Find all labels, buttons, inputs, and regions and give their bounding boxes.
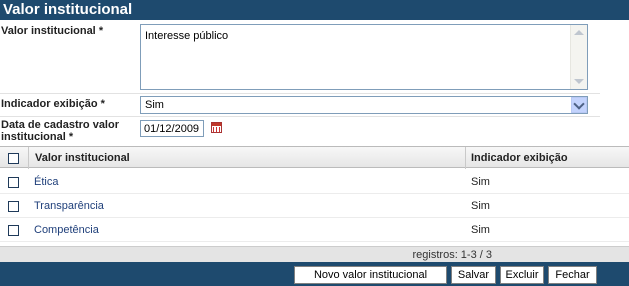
row-checkbox[interactable]: [8, 177, 19, 188]
textarea-scrollbar[interactable]: [570, 25, 587, 89]
data-cadastro-input[interactable]: 01/12/2009: [140, 120, 204, 137]
registros-count: registros: 1-3 / 3: [412, 249, 492, 261]
data-label-line2: institucional: [1, 131, 66, 143]
indicador-label-text: Indicador exibição: [1, 98, 98, 110]
close-button[interactable]: Fechar: [548, 266, 597, 284]
select-all-checkbox[interactable]: [8, 153, 19, 164]
row-checkbox[interactable]: [8, 225, 19, 236]
valor-label: Valor institucional *: [1, 25, 103, 37]
column-separator: [28, 147, 29, 169]
indicador-select-value: Sim: [145, 99, 164, 111]
pagination-footer: registros: 1-3 / 3: [0, 246, 629, 262]
column-header-valor[interactable]: Valor institucional: [35, 152, 130, 164]
table-row: Competência Sim: [0, 218, 629, 242]
dropdown-arrow-icon[interactable]: [571, 97, 587, 113]
divider: [0, 116, 600, 117]
column-header-indicador[interactable]: Indicador exibição: [471, 152, 568, 164]
table-header: Valor institucional Indicador exibição: [0, 146, 629, 169]
valor-textarea-value: Interesse público: [145, 30, 229, 42]
row-link[interactable]: Ética: [34, 176, 58, 188]
data-label: Data de cadastro valor institucional *: [1, 119, 119, 143]
table-row: Ética Sim: [0, 170, 629, 194]
table-row: Transparência Sim: [0, 194, 629, 218]
data-label-line1: Data de cadastro valor: [1, 119, 119, 131]
valor-textarea[interactable]: Interesse público: [140, 24, 588, 90]
required-mark: *: [100, 98, 105, 110]
scroll-down-icon[interactable]: [574, 79, 584, 84]
required-mark: *: [98, 25, 104, 37]
divider: [0, 93, 600, 94]
indicador-label: Indicador exibição *: [1, 98, 105, 110]
row-link[interactable]: Competência: [34, 224, 99, 236]
novo-valor-button[interactable]: Novo valor institucional: [294, 266, 447, 284]
required-mark: *: [68, 131, 74, 143]
page-title: Valor institucional: [0, 0, 629, 20]
row-checkbox[interactable]: [8, 201, 19, 212]
row-indicador: Sim: [471, 176, 490, 188]
calendar-icon[interactable]: [211, 122, 222, 133]
column-separator: [465, 147, 466, 169]
scroll-up-icon[interactable]: [574, 30, 584, 35]
data-cadastro-value: 01/12/2009: [144, 123, 200, 135]
row-link[interactable]: Transparência: [34, 200, 104, 212]
save-button[interactable]: Salvar: [451, 266, 496, 284]
valor-label-text: Valor institucional: [1, 25, 96, 37]
row-indicador: Sim: [471, 200, 490, 212]
row-indicador: Sim: [471, 224, 490, 236]
indicador-select[interactable]: Sim: [140, 96, 588, 114]
delete-button[interactable]: Excluir: [500, 266, 544, 284]
